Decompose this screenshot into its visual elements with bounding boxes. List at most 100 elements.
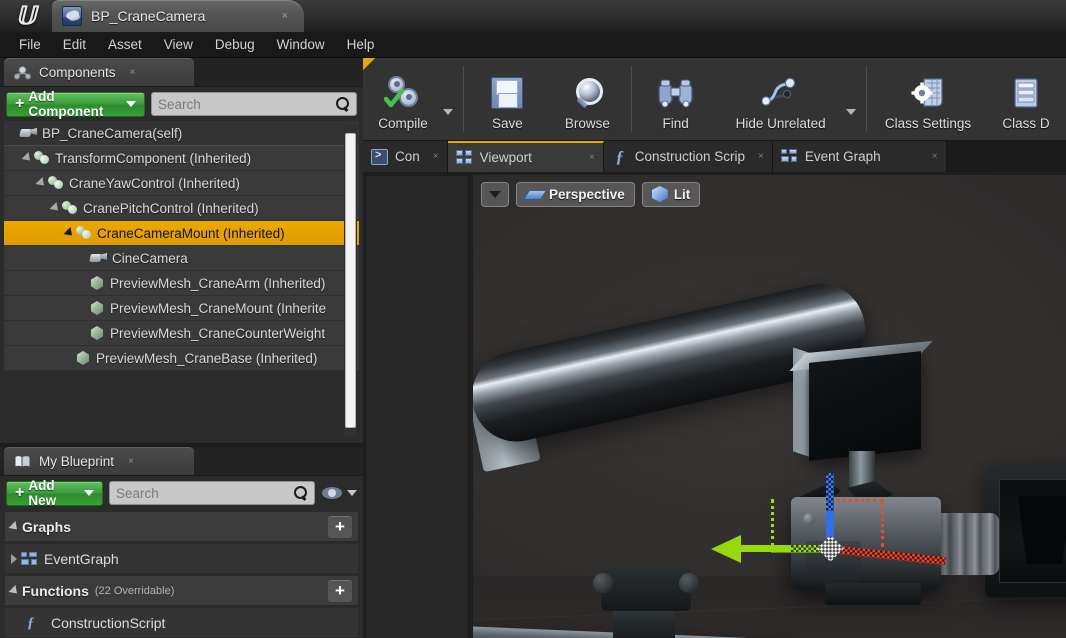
tree-expand-arrow-icon[interactable] [35,176,48,190]
component-tree-row[interactable]: TransformComponent (Inherited) [4,146,359,171]
components-scrollbar[interactable] [344,125,357,437]
chevron-down-icon[interactable] [347,490,357,496]
compile-button[interactable]: Compile [363,58,443,140]
add-new-label: Add New [28,478,57,508]
my-blueprint-list-item[interactable]: EventGraph [5,544,358,574]
my-blueprint-list-item-label: EventGraph [44,550,119,567]
component-tree-row[interactable]: CranePitchControl (Inherited) [4,196,359,221]
tab-console[interactable]: Con × [363,141,448,172]
add-component-button[interactable]: + Add Component [6,89,145,119]
gizmo-plane-x[interactable] [830,499,884,547]
tab-my-blueprint[interactable]: My Blueprint × [4,447,194,475]
hide-unrelated-button[interactable]: Hide Unrelated [716,58,846,140]
menu-item-help[interactable]: Help [336,34,386,55]
viewport-camera-mode-button[interactable]: Perspective [516,181,635,207]
my-blueprint-list-item[interactable]: ƒ ConstructionScript [5,608,358,638]
close-icon[interactable]: × [758,151,764,162]
component-tree-row[interactable]: PreviewMesh_CraneMount (Inherite [4,296,359,321]
component-tree-row[interactable]: PreviewMesh_CraneArm (Inherited) [4,271,359,296]
close-icon[interactable]: × [932,151,938,162]
component-tree-row[interactable]: PreviewMesh_CraneCounterWeight [4,321,359,346]
my-blueprint-section-header[interactable]: Graphs + [5,512,358,542]
menu-item-asset[interactable]: Asset [97,34,153,55]
close-icon[interactable]: × [589,152,595,163]
my-blueprint-list[interactable]: Graphs + EventGraph Functions (22 Overridabl… [5,512,358,638]
tree-expand-arrow-icon[interactable] [63,226,76,240]
plus-icon: + [15,95,25,112]
browse-button[interactable]: Browse [547,58,627,140]
add-component-label: Add Component [28,89,104,119]
component-tree-row[interactable]: CraneCameraMount (Inherited) [4,221,359,246]
construction-script-panel[interactable] [365,175,469,638]
component-tree-row-label: PreviewMesh_CraneArm (Inherited) [110,275,326,291]
menu-item-view[interactable]: View [153,34,204,55]
add-to-section-button[interactable]: + [328,515,352,538]
scene-component-icon [76,225,92,241]
components-search-input[interactable] [158,96,335,112]
main-area: Compile Save Browse Find Hide Unrelated … [363,58,1066,638]
tree-expand-arrow-icon[interactable] [49,201,62,215]
component-tree-row[interactable]: CraneYawControl (Inherited) [4,171,359,196]
close-icon[interactable]: × [282,10,288,22]
save-button[interactable]: Save [467,58,547,140]
gizmo-y-arrow-icon[interactable] [711,535,791,563]
compile-dropdown-arrow[interactable] [443,109,453,115]
component-tree-row-label: CraneCameraMount (Inherited) [97,225,285,241]
components-search-box[interactable] [151,92,357,116]
close-icon[interactable]: × [128,456,134,467]
toolbar-group-asset: Save Browse [467,58,627,140]
section-expand-arrow-icon[interactable] [8,584,21,597]
close-icon[interactable]: × [433,151,439,162]
menu-item-file[interactable]: File [8,34,52,55]
my-blueprint-tabstrip: My Blueprint × [0,447,363,475]
tab-viewport[interactable]: Viewport × [447,141,604,172]
menu-item-edit[interactable]: Edit [52,34,97,55]
hide-unrelated-dropdown-arrow[interactable] [845,109,856,115]
tree-expand-arrow-icon[interactable] [21,151,34,165]
component-tree-row[interactable]: BP_CraneCamera(self) [4,121,359,146]
hide-unrelated-label: Hide Unrelated [735,115,826,131]
plus-icon: + [15,484,25,501]
my-blueprint-search-box[interactable] [109,481,315,505]
save-label: Save [491,115,523,131]
find-button[interactable]: Find [636,58,716,140]
components-tree[interactable]: BP_CraneCamera(self) TransformComponent (… [4,121,359,439]
components-scrollbar-thumb[interactable] [345,133,356,428]
scene-component-icon [62,200,78,216]
find-label: Find [662,115,689,131]
tab-event-graph-label: Event Graph [804,149,881,164]
viewport-panel[interactable]: Perspective Lit [473,175,1066,638]
tab-viewport-label: Viewport [479,150,532,165]
add-to-section-button[interactable]: + [328,579,352,602]
add-new-button[interactable]: + Add New [6,478,103,508]
viewport-options-button[interactable] [481,181,509,207]
tab-construction-script[interactable]: ƒ Construction Scrip × [603,141,773,172]
tab-components[interactable]: Components × [4,58,194,86]
component-tree-row[interactable]: CineCamera [4,246,359,271]
menu-item-debug[interactable]: Debug [204,34,266,55]
my-blueprint-search-input[interactable] [116,485,293,501]
class-defaults-button[interactable]: Class D [986,58,1066,140]
document-tab-bar: Con × Viewport × ƒ Construction Scrip × [363,141,1066,172]
visibility-eye-icon[interactable] [322,485,342,501]
class-settings-button[interactable]: Class Settings [870,58,986,140]
window-tab-bp-cranecamera[interactable]: BP_CraneCamera × [52,0,304,32]
viewport-3d-scene[interactable] [473,175,1066,638]
static-mesh-icon [90,300,105,316]
section-expand-arrow-icon[interactable] [8,520,21,533]
close-icon[interactable]: × [130,67,136,78]
my-blueprint-list-item-label: ConstructionScript [51,614,166,631]
chevron-down-icon [84,490,94,496]
menu-item-window[interactable]: Window [266,34,336,55]
component-tree-row[interactable]: PreviewMesh_CraneBase (Inherited) [4,346,359,371]
components-toolbar: + Add Component [0,87,363,121]
transform-gizmo[interactable] [711,473,1003,613]
viewport-view-mode-button[interactable]: Lit [641,181,701,207]
item-expand-arrow-icon[interactable] [11,553,17,564]
blueprint-toolbar: Compile Save Browse Find Hide Unrelated … [363,58,1066,141]
tab-event-graph[interactable]: Event Graph × [772,141,947,172]
unreal-engine-logo-icon[interactable]: 𝕌 [6,2,46,30]
my-blueprint-section-header[interactable]: Functions (22 Overridable) + [5,576,358,606]
gizmo-axis-x[interactable] [829,545,946,566]
my-blueprint-section-title: Graphs [22,518,72,535]
